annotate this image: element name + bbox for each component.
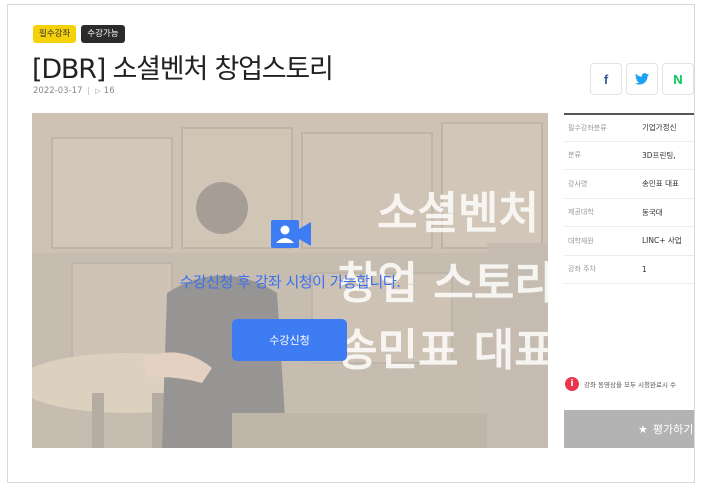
meta-divider xyxy=(88,87,90,95)
info-label: 필수강좌분류 xyxy=(568,123,607,132)
info-value: 3D프린팅, xyxy=(642,150,676,160)
view-count: 16 xyxy=(103,86,115,96)
info-label: 강사명 xyxy=(568,179,588,188)
info-label: 분류 xyxy=(568,151,581,160)
page-title: [DBR] 소셜벤처 창업스토리 xyxy=(32,54,334,85)
facebook-share-button[interactable]: f xyxy=(590,63,622,95)
info-row: 분류 3D프린팅, xyxy=(564,142,694,170)
twitter-icon xyxy=(635,73,649,85)
info-row: 대학재원 LINC+ 사업 xyxy=(564,227,694,256)
badge-group: 필수강좌 수강가능 xyxy=(33,25,125,43)
info-value: LINC+ 사업 xyxy=(642,236,682,246)
video-player[interactable]: 소셜벤처 창업 스토리 송민표 대표 수강신청 후 강좌 시청이 가능합니다. … xyxy=(32,113,548,448)
star-icon: ★ xyxy=(638,422,648,436)
rate-button[interactable]: ★ 평가하기 xyxy=(564,410,694,448)
enroll-button[interactable]: 수강신청 xyxy=(232,319,347,361)
info-label: 강좌 주차 xyxy=(568,265,596,274)
course-meta: 2022-03-17 ▷ 16 xyxy=(33,86,115,96)
info-value: 1 xyxy=(642,264,647,274)
info-row: 강좌 주차 1 xyxy=(564,256,694,284)
info-row: 제공대학 동국대 xyxy=(564,199,694,227)
naver-share-button[interactable]: N xyxy=(662,63,694,95)
naver-icon: N xyxy=(673,71,683,87)
notice-text: 강좌 동영상을 모두 시청완료시 수 xyxy=(584,381,676,389)
info-row: 강사명 송민표 대표 xyxy=(564,170,694,199)
twitter-share-button[interactable] xyxy=(626,63,658,95)
rate-button-label: 평가하기 xyxy=(652,423,694,436)
info-icon: i xyxy=(565,377,579,391)
info-label: 제공대학 xyxy=(568,208,594,217)
info-value: 동국대 xyxy=(642,207,663,217)
course-page: 필수강좌 수강가능 [DBR] 소셜벤처 창업스토리 2022-03-17 ▷ … xyxy=(7,4,695,483)
share-buttons: f N xyxy=(590,63,694,95)
video-camera-icon xyxy=(271,220,311,248)
facebook-icon: f xyxy=(603,71,609,87)
required-course-badge: 필수강좌 xyxy=(33,25,77,43)
course-info-table: 필수강좌분류 기업가정신 분류 3D프린팅, 강사명 송민표 대표 제공대학 동… xyxy=(564,113,694,284)
enroll-required-message: 수강신청 후 강좌 시청이 가능합니다. xyxy=(179,273,401,291)
info-value: 송민표 대표 xyxy=(642,179,679,189)
completion-notice: i 강좌 동영상을 모두 시청완료시 수 xyxy=(565,377,694,391)
play-count-icon: ▷ xyxy=(95,87,101,95)
info-label: 대학재원 xyxy=(568,236,594,245)
available-badge: 수강가능 xyxy=(81,25,125,43)
info-value: 기업가정신 xyxy=(642,123,677,133)
course-date: 2022-03-17 xyxy=(33,86,83,96)
info-row: 필수강좌분류 기업가정신 xyxy=(564,113,694,142)
